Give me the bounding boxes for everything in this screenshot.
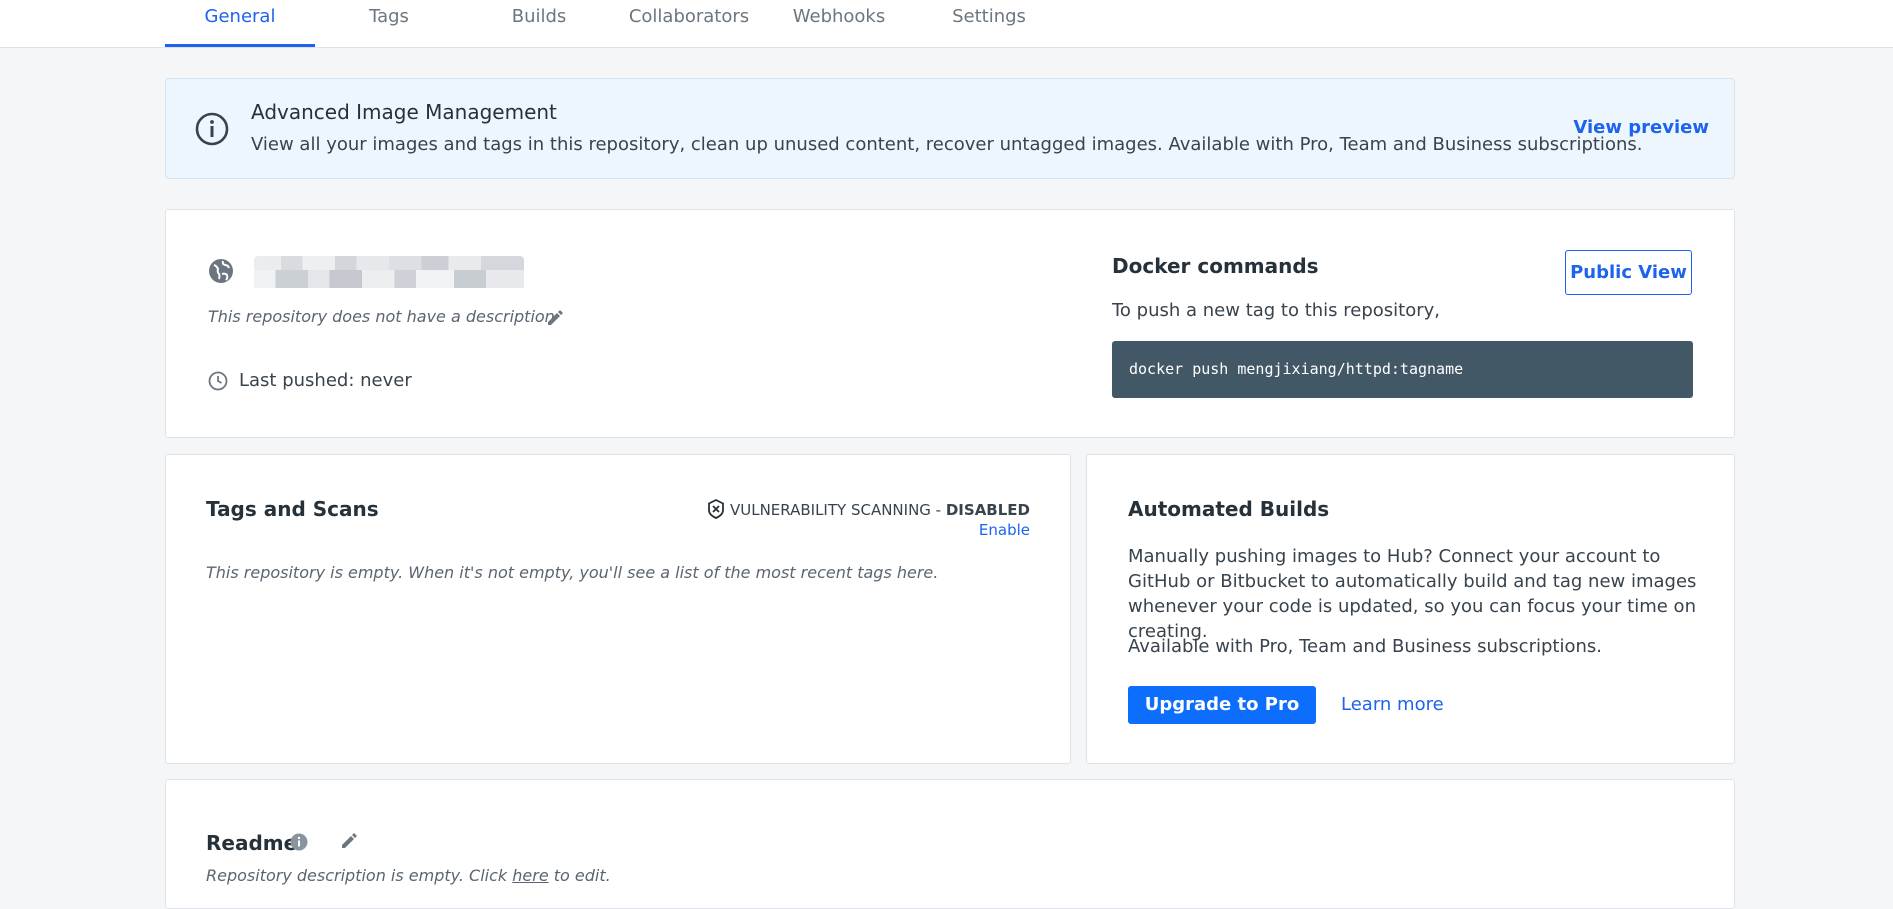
- info-icon: [195, 112, 229, 146]
- vuln-label: VULNERABILITY SCANNING -: [729, 501, 946, 519]
- docker-commands-title: Docker commands: [1112, 254, 1319, 278]
- tab-builds[interactable]: Builds: [464, 0, 614, 47]
- push-instructions: To push a new tag to this repository,: [1112, 300, 1441, 321]
- readme-empty-prefix: Repository description is empty. Click: [206, 866, 513, 885]
- repo-tab-bar: General Tags Builds Collaborators Webhoo…: [0, 0, 1893, 48]
- repository-name-redacted: [254, 256, 524, 288]
- repo-description: This repository does not have a descript…: [208, 307, 555, 326]
- public-view-button[interactable]: Public View: [1565, 250, 1692, 295]
- enable-scanning-link[interactable]: Enable: [979, 521, 1030, 539]
- tab-general[interactable]: General: [165, 0, 315, 47]
- automated-builds-description: Manually pushing images to Hub? Connect …: [1128, 546, 1697, 642]
- shield-icon: [708, 498, 724, 519]
- readme-info-icon[interactable]: [290, 833, 308, 851]
- automated-builds-card: Automated Builds Manually pushing images…: [1086, 454, 1735, 764]
- tags-and-scans-card: Tags and Scans VULNERABILITY SCANNING - …: [165, 454, 1071, 764]
- view-preview-link[interactable]: View preview: [1573, 117, 1709, 138]
- automated-builds-title: Automated Builds: [1128, 497, 1330, 521]
- advanced-image-management-banner: Advanced Image Management View all your …: [165, 78, 1735, 179]
- tab-tags[interactable]: Tags: [314, 0, 464, 47]
- docker-push-command[interactable]: docker push mengjixiang/httpd:tagname: [1112, 341, 1693, 398]
- banner-text: View all your images and tags in this re…: [251, 134, 1643, 155]
- banner-title: Advanced Image Management: [251, 100, 557, 124]
- tab-collaborators[interactable]: Collaborators: [614, 0, 764, 47]
- clock-icon: [208, 371, 228, 391]
- vuln-status: DISABLED: [945, 501, 1030, 519]
- learn-more-link[interactable]: Learn more: [1341, 694, 1444, 715]
- readme-card: Readme Repository description is empty. …: [165, 779, 1735, 909]
- vulnerability-scanning-status: VULNERABILITY SCANNING - DISABLED: [706, 498, 1030, 519]
- last-pushed: Last pushed: never: [239, 370, 412, 391]
- edit-pencil-icon[interactable]: [546, 309, 564, 327]
- tab-settings[interactable]: Settings: [914, 0, 1064, 47]
- upgrade-to-pro-button[interactable]: Upgrade to Pro: [1128, 686, 1316, 724]
- tags-and-scans-title: Tags and Scans: [206, 497, 379, 521]
- builds-subscriptions-note: Available with Pro, Team and Business su…: [1128, 636, 1602, 657]
- globe-icon: [209, 259, 233, 283]
- tags-empty-message: This repository is empty. When it's not …: [206, 563, 939, 582]
- readme-empty-suffix: to edit.: [548, 866, 611, 885]
- readme-empty-message: Repository description is empty. Click h…: [206, 866, 611, 885]
- readme-edit-here-link[interactable]: here: [512, 866, 548, 885]
- readme-edit-icon[interactable]: [340, 832, 358, 850]
- tab-webhooks[interactable]: Webhooks: [764, 0, 914, 47]
- readme-title: Readme: [206, 831, 298, 855]
- repository-info-card: This repository does not have a descript…: [165, 209, 1735, 438]
